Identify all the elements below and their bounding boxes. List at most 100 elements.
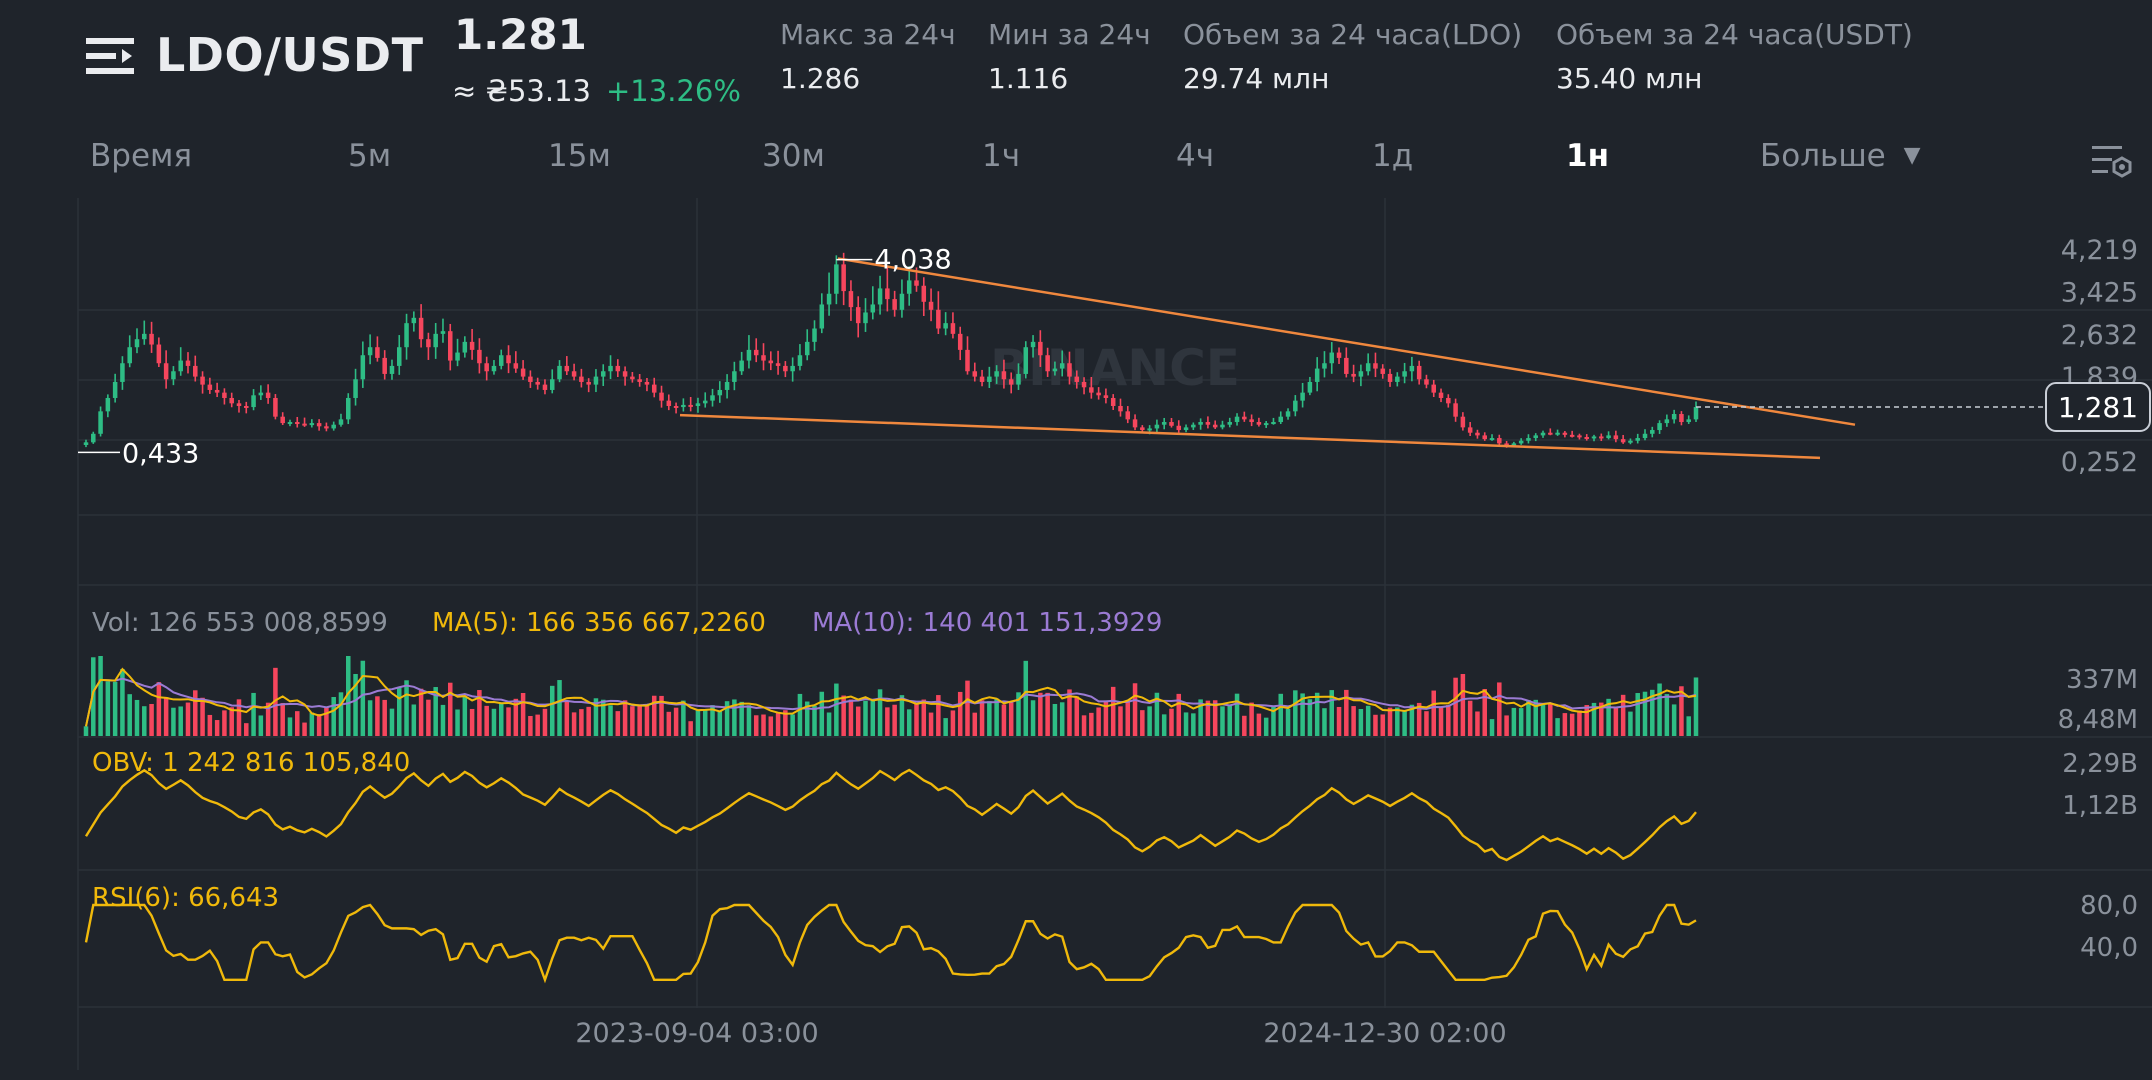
candle-body (1555, 432, 1560, 435)
volume-bar (1489, 719, 1495, 736)
candle-body (906, 280, 912, 294)
volume-bar (1234, 693, 1240, 736)
volume-tick-bottom: 8,48M (2058, 705, 2138, 735)
price-change: +13.26% (606, 74, 741, 108)
tab-15m[interactable]: 15м (548, 138, 611, 174)
candle-body (1489, 438, 1495, 441)
tab-1d[interactable]: 1д (1372, 138, 1413, 174)
stat-high-value: 1.286 (780, 62, 861, 95)
volume-bar (914, 702, 919, 736)
candle-body (739, 360, 744, 372)
tab-4h[interactable]: 4ч (1176, 138, 1214, 174)
candle-body (1183, 427, 1189, 431)
obv-tick-bottom: 1,12B (2062, 791, 2138, 821)
volume-bar (1322, 708, 1327, 736)
candle-body (1533, 435, 1538, 439)
tab-5m[interactable]: 5м (348, 138, 391, 174)
volume-bar (447, 682, 453, 736)
tab-30m[interactable]: 30м (762, 138, 825, 174)
candle-body (418, 317, 424, 340)
volume-bar (280, 703, 285, 736)
volume-bar (98, 656, 103, 736)
volume-bar (302, 722, 307, 736)
volume-bar (1555, 718, 1560, 736)
candle-body (360, 355, 366, 380)
price-tick-label: 0,252 (2061, 447, 2138, 478)
candle-body (520, 368, 526, 377)
candle-body (171, 371, 176, 380)
candle-body (724, 381, 730, 390)
candle-body (1613, 435, 1619, 440)
volume-bar (1497, 682, 1502, 736)
volume-bar (1140, 710, 1145, 736)
tab-more-label: Больше (1760, 138, 1886, 174)
volume-bar (142, 706, 147, 736)
candle-body (651, 384, 657, 393)
volume-bar (127, 694, 132, 736)
tab-1h[interactable]: 1ч (982, 138, 1020, 174)
pair-title[interactable]: LDO/USDT (156, 28, 423, 82)
candle-body (1140, 427, 1145, 431)
candle-body (557, 365, 562, 380)
candle-body (1424, 379, 1429, 385)
volume-bar (1467, 700, 1473, 736)
candle-body (1045, 355, 1050, 372)
volume-bar (1657, 683, 1662, 736)
volume-bar (1664, 694, 1670, 736)
volume-bar (1402, 710, 1407, 736)
candle-body (571, 371, 577, 377)
candle-body (1271, 422, 1276, 425)
volume-bar (331, 697, 336, 736)
candle-body (790, 365, 795, 372)
candle-body (389, 365, 395, 374)
candle-body (549, 379, 555, 390)
volume-bar (1227, 705, 1233, 736)
tab-more[interactable]: Больше ▼ (1760, 138, 1921, 174)
candle-body (185, 360, 191, 366)
candle-body (1205, 422, 1211, 425)
tab-time[interactable]: Время (90, 138, 192, 174)
candle-body (797, 355, 803, 366)
candle-body (1059, 363, 1065, 369)
volume-bar (1045, 692, 1050, 736)
candle-body (1467, 427, 1473, 433)
indicator-settings-icon[interactable] (2090, 140, 2134, 184)
candle-body (353, 379, 358, 398)
volume-bar (178, 706, 183, 736)
candle-body (1548, 432, 1553, 435)
candle-body (1322, 363, 1327, 369)
volume-bar (1169, 708, 1174, 736)
candle-body (681, 404, 686, 408)
stat-low-label: Мин за 24ч (988, 18, 1151, 51)
volume-bar (316, 714, 322, 736)
chart-area[interactable]: BINANCE 4,2193,4252,6321,8390,2521,2814,… (0, 190, 2152, 1080)
tab-1w[interactable]: 1н (1566, 138, 1609, 174)
volume-bar (622, 700, 628, 736)
volume-bar (826, 712, 832, 736)
price-tick-label: 3,425 (2061, 277, 2138, 308)
volume-bar (790, 714, 795, 736)
candle-body (1016, 373, 1021, 385)
volume-bar (469, 708, 475, 736)
stat-vol-usdt-label: Объем за 24 часа(USDT) (1556, 18, 1913, 51)
volume-bar (1096, 707, 1101, 736)
volume-bar (418, 688, 424, 736)
candle-body (965, 349, 970, 372)
candle-body (1650, 430, 1655, 434)
candle-body (1380, 368, 1386, 374)
menu-icon[interactable] (86, 36, 134, 78)
candle-body (1606, 435, 1611, 439)
candle-body (746, 349, 752, 361)
candle-body (1242, 416, 1247, 420)
candle-body (149, 333, 154, 345)
volume-bar (673, 707, 679, 736)
candle-body (98, 411, 103, 434)
candle-body (972, 371, 978, 377)
candle-body (163, 363, 169, 380)
volume-bar (1242, 715, 1247, 736)
volume-bar (171, 707, 176, 736)
volume-bar (528, 715, 533, 736)
volume-bar (1161, 714, 1167, 736)
volume-bar (214, 720, 220, 736)
candle-body (702, 400, 708, 404)
